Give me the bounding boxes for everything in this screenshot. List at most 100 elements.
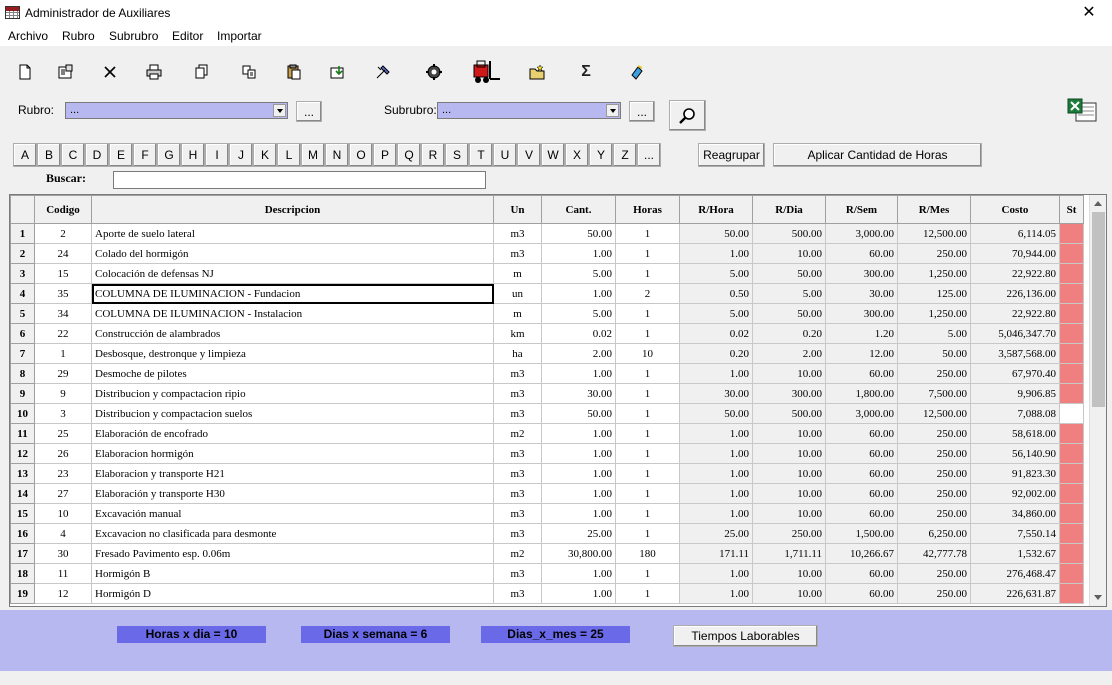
cell-rdia[interactable]: 10.00 <box>752 363 826 384</box>
table-row[interactable]: 1 2 Aporte de suelo lateral m3 50.00 1 50.00 50… <box>10 223 1084 244</box>
subrubro-select[interactable]: ... <box>437 102 621 119</box>
cell-un[interactable]: m2 <box>493 543 542 564</box>
row-number[interactable]: 18 <box>10 563 35 584</box>
cell-rhora[interactable]: 50.00 <box>679 223 753 244</box>
cell-rhora[interactable]: 1.00 <box>679 563 753 584</box>
menu-editor[interactable]: Editor <box>172 29 203 43</box>
cell-codigo[interactable]: 29 <box>34 363 92 384</box>
cell-rhora[interactable]: 1.00 <box>679 463 753 484</box>
row-number[interactable]: 6 <box>10 323 35 344</box>
col-costo[interactable]: Costo <box>970 195 1060 224</box>
cell-cant[interactable]: 1.00 <box>541 463 616 484</box>
col-st[interactable]: St <box>1059 195 1084 224</box>
cell-rsem[interactable]: 3,000.00 <box>825 223 898 244</box>
import-icon[interactable] <box>328 62 348 82</box>
letter-button-j[interactable]: J <box>229 143 253 167</box>
cell-descripcion[interactable]: Distribucion y compactacion ripio <box>91 383 494 404</box>
cell-rmes[interactable]: 250.00 <box>897 483 971 504</box>
cell-rmes[interactable]: 5.00 <box>897 323 971 344</box>
letter-button-g[interactable]: G <box>157 143 181 167</box>
cell-horas[interactable]: 1 <box>615 523 680 544</box>
cell-cant[interactable]: 25.00 <box>541 523 616 544</box>
cell-descripcion[interactable]: Elaboración y transporte H30 <box>91 483 494 504</box>
delete-icon[interactable] <box>100 62 120 82</box>
letter-button-m[interactable]: M <box>301 143 325 167</box>
letter-button-v[interactable]: V <box>517 143 541 167</box>
cell-costo[interactable]: 1,532.67 <box>970 543 1060 564</box>
letter-button-b[interactable]: B <box>37 143 61 167</box>
row-number[interactable]: 16 <box>10 523 35 544</box>
letter-button-a[interactable]: A <box>13 143 37 167</box>
table-row[interactable]: 2 24 Colado del hormigón m3 1.00 1 1.00 10.00 60… <box>10 243 1084 264</box>
cell-status[interactable] <box>1059 423 1084 444</box>
table-row[interactable]: 11 25 Elaboración de encofrado m2 1.00 1 1.00 1… <box>10 423 1084 444</box>
cell-cant[interactable]: 50.00 <box>541 223 616 244</box>
cell-rsem[interactable]: 30.00 <box>825 283 898 304</box>
cell-rsem[interactable]: 300.00 <box>825 303 898 324</box>
cell-status[interactable] <box>1059 383 1084 404</box>
cell-horas[interactable]: 180 <box>615 543 680 564</box>
aplicar-horas-button[interactable]: Aplicar Cantidad de Horas <box>773 143 982 167</box>
letter-button-z[interactable]: Z <box>613 143 637 167</box>
search-button[interactable] <box>669 100 706 131</box>
letter-button-o[interactable]: O <box>349 143 373 167</box>
cell-rmes[interactable]: 250.00 <box>897 563 971 584</box>
cell-un[interactable]: m <box>493 263 542 284</box>
table-row[interactable]: 14 27 Elaboración y transporte H30 m3 1.00 1 1… <box>10 483 1084 504</box>
table-row[interactable]: 8 29 Desmoche de pilotes m3 1.00 1 1.00 10.00 60… <box>10 363 1084 384</box>
cell-status[interactable] <box>1059 463 1084 484</box>
cell-rmes[interactable]: 42,777.78 <box>897 543 971 564</box>
cell-descripcion[interactable]: Elaboración de encofrado <box>91 423 494 444</box>
letter-button-d[interactable]: D <box>85 143 109 167</box>
row-number[interactable]: 10 <box>10 403 35 424</box>
tiempos-laborables-button[interactable]: Tiempos Laborables <box>673 625 818 647</box>
cell-rmes[interactable]: 250.00 <box>897 443 971 464</box>
cell-rdia[interactable]: 10.00 <box>752 443 826 464</box>
cell-rsem[interactable]: 60.00 <box>825 503 898 524</box>
cell-rmes[interactable]: 250.00 <box>897 463 971 484</box>
table-row[interactable]: 3 15 Colocación de defensas NJ m 5.00 1 5.00 50… <box>10 263 1084 284</box>
cell-horas[interactable]: 1 <box>615 383 680 404</box>
cell-codigo[interactable]: 1 <box>34 343 92 364</box>
letter-button-i[interactable]: I <box>205 143 229 167</box>
forklift-icon[interactable] <box>470 59 502 85</box>
cell-un[interactable]: m3 <box>493 583 542 604</box>
cell-rhora[interactable]: 5.00 <box>679 303 753 324</box>
letter-button-k[interactable]: K <box>253 143 277 167</box>
cell-cant[interactable]: 1.00 <box>541 243 616 264</box>
cell-codigo[interactable]: 23 <box>34 463 92 484</box>
grid-scrollbar[interactable] <box>1089 195 1106 606</box>
cell-status[interactable] <box>1059 503 1084 524</box>
cell-horas[interactable]: 1 <box>615 503 680 524</box>
cell-rmes[interactable]: 12,500.00 <box>897 403 971 424</box>
cell-cant[interactable]: 5.00 <box>541 303 616 324</box>
cell-costo[interactable]: 226,631.87 <box>970 583 1060 604</box>
row-number[interactable]: 1 <box>10 223 35 244</box>
cell-rmes[interactable]: 250.00 <box>897 503 971 524</box>
cell-rdia[interactable]: 1,711.11 <box>752 543 826 564</box>
table-row[interactable]: 10 3 Distribucion y compactacion suelos m3 5… <box>10 403 1084 424</box>
cell-rmes[interactable]: 250.00 <box>897 243 971 264</box>
letter-button-u[interactable]: U <box>493 143 517 167</box>
cell-rsem[interactable]: 60.00 <box>825 443 898 464</box>
cell-rhora[interactable]: 171.11 <box>679 543 753 564</box>
cell-descripcion[interactable]: Elaboracion y transporte H21 <box>91 463 494 484</box>
col-rdia[interactable]: R/Dia <box>752 195 826 224</box>
cell-costo[interactable]: 5,046,347.70 <box>970 323 1060 344</box>
row-number[interactable]: 2 <box>10 243 35 264</box>
cell-rdia[interactable]: 2.00 <box>752 343 826 364</box>
cell-descripcion[interactable]: Colocación de defensas NJ <box>91 263 494 284</box>
cell-rhora[interactable]: 1.00 <box>679 243 753 264</box>
cell-un[interactable]: un <box>493 283 542 304</box>
cell-codigo[interactable]: 2 <box>34 223 92 244</box>
cell-cant[interactable]: 1.00 <box>541 583 616 604</box>
cell-status[interactable] <box>1059 403 1084 424</box>
cell-descripcion[interactable]: Hormigón D <box>91 583 494 604</box>
cell-rmes[interactable]: 6,250.00 <box>897 523 971 544</box>
cell-cant[interactable]: 5.00 <box>541 263 616 284</box>
excel-export-icon[interactable] <box>1066 97 1098 125</box>
cell-rmes[interactable]: 1,250.00 <box>897 263 971 284</box>
letter-button-r[interactable]: R <box>421 143 445 167</box>
cell-rsem[interactable]: 60.00 <box>825 463 898 484</box>
cell-un[interactable]: m3 <box>493 523 542 544</box>
